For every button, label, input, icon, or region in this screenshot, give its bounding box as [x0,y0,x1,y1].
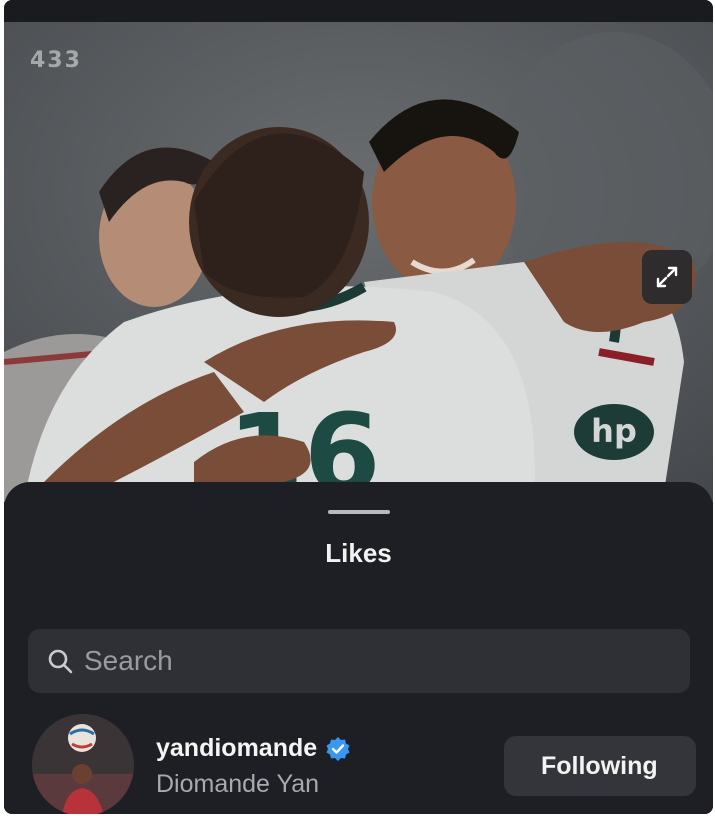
verified-badge-icon [326,736,350,761]
sheet-title: Likes [325,538,392,568]
sheet-drag-handle[interactable] [328,510,390,514]
search-input[interactable] [84,645,644,677]
expand-button[interactable] [642,250,692,304]
search-bar[interactable] [28,629,690,693]
avatar-image [32,714,134,814]
search-icon [48,649,73,674]
username-text: yandiomande [156,734,318,762]
post-photo[interactable]: hp 16 433 [4,22,713,502]
expand-icon [656,266,678,288]
top-bar [4,0,713,22]
likes-sheet: Likes yandiomande [4,482,713,814]
watermark-logo: 433 [30,48,82,73]
following-button[interactable]: Following [504,736,696,796]
avatar[interactable] [32,714,134,814]
list-item[interactable]: yandiomande Diomande Yan Following [4,714,713,814]
sponsor-logo: hp [591,412,637,450]
app-frame: hp 16 433 Likes [4,0,713,814]
username[interactable]: yandiomande [156,734,351,763]
full-name: Diomande Yan [156,770,320,798]
post-photo-illustration: hp 16 [4,22,713,502]
